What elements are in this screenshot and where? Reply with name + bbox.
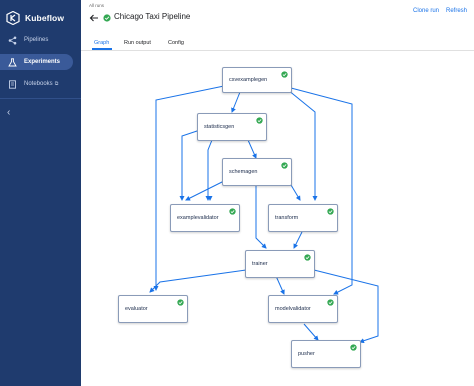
node-label: examplevalidator <box>177 215 219 221</box>
success-check-icon <box>229 208 236 215</box>
node-schemagen[interactable]: schemagen <box>222 158 292 186</box>
node-pusher[interactable]: pusher <box>291 340 361 368</box>
edge-schemagen-trainer <box>255 186 267 249</box>
edge-schemagen-examplevalidator <box>185 179 227 201</box>
node-label: statisticsgen <box>204 124 235 130</box>
success-check-icon <box>327 299 334 306</box>
node-statisticsgen[interactable]: statisticsgen <box>197 113 267 141</box>
success-check-icon <box>281 71 288 78</box>
success-check-icon <box>304 254 311 261</box>
edge-transform-trainer <box>293 231 303 249</box>
node-csvexamplegen[interactable]: csvexamplegen <box>222 67 292 93</box>
success-check-icon <box>327 208 334 215</box>
edge-csvexamplegen-transform <box>287 89 318 201</box>
node-evaluator[interactable]: evaluator <box>118 295 188 323</box>
success-check-icon <box>177 299 184 306</box>
edge-trainer-modelvalidator <box>275 275 285 295</box>
edge-modelvalidator-pusher <box>303 323 319 341</box>
node-label: csvexamplegen <box>229 77 268 83</box>
graph-edges <box>149 85 379 344</box>
edge-csvexamplegen-statisticsgen <box>231 91 241 113</box>
node-label: schemagen <box>229 169 258 175</box>
node-label: trainer <box>252 261 268 267</box>
success-check-icon <box>281 162 288 169</box>
edge-trainer-evaluator <box>149 269 247 293</box>
node-label: evaluator <box>125 306 148 312</box>
success-check-icon <box>256 117 263 124</box>
success-check-icon <box>350 344 357 351</box>
node-label: transform <box>275 215 299 221</box>
node-modelvalidator[interactable]: modelvalidator <box>268 295 338 323</box>
node-label: pusher <box>298 351 315 357</box>
node-transform[interactable]: transform <box>268 204 338 232</box>
node-trainer[interactable]: trainer <box>245 250 315 278</box>
edge-statisticsgen-schemagen <box>247 139 257 159</box>
node-label: modelvalidator <box>275 306 311 312</box>
node-examplevalidator[interactable]: examplevalidator <box>170 204 240 232</box>
